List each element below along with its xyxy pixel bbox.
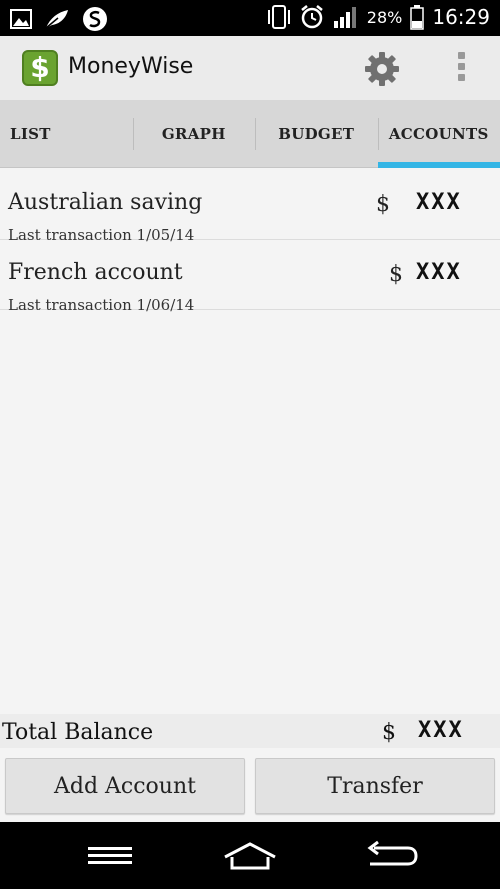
total-currency: $ — [382, 720, 396, 745]
tab-budget-label: BUDGET — [278, 124, 355, 143]
account-list: Australian saving Last transaction 1/05/… — [0, 170, 500, 314]
total-balance-bar: Total Balance $ XXX — [0, 714, 500, 748]
account-name: Australian saving — [8, 190, 203, 215]
account-currency: $ — [389, 262, 403, 287]
overflow-menu-icon[interactable] — [455, 52, 467, 84]
s-sync-icon — [83, 7, 107, 31]
tab-list-label: LIST — [10, 124, 51, 143]
tab-budget[interactable]: BUDGET — [255, 100, 378, 167]
app-logo-glyph: $ — [30, 51, 50, 84]
gear-icon[interactable] — [363, 50, 401, 88]
transfer-button[interactable]: Transfer — [255, 758, 495, 814]
feather-icon — [45, 10, 68, 29]
app-logo[interactable]: $ — [22, 50, 58, 86]
home-icon[interactable] — [222, 839, 278, 873]
vibrate-icon — [267, 5, 290, 29]
navigation-bar — [0, 822, 500, 889]
tab-bar: LIST GRAPH BUDGET ACCOUNTS — [0, 100, 500, 168]
menu-icon[interactable] — [86, 839, 136, 873]
alarm-icon — [301, 5, 323, 29]
list-item[interactable]: French account Last transaction 1/06/14 … — [0, 240, 500, 314]
tab-list[interactable]: LIST — [0, 100, 133, 167]
app-title: MoneyWise — [68, 54, 194, 79]
notification-icons — [10, 6, 108, 32]
clock: 16:29 — [432, 5, 490, 29]
action-bar: $ MoneyWise — [0, 36, 500, 100]
tab-accounts-label: ACCOUNTS — [388, 124, 489, 143]
system-icons: 28% 16:29 — [267, 4, 490, 30]
account-currency: $ — [376, 192, 390, 217]
status-bar: 28% 16:29 — [0, 0, 500, 36]
list-item[interactable]: Australian saving Last transaction 1/05/… — [0, 170, 500, 244]
total-balance-label: Total Balance — [2, 720, 154, 745]
battery-percent: 28% — [366, 7, 403, 27]
back-icon[interactable] — [364, 839, 420, 873]
signal-icon — [333, 7, 356, 28]
account-balance: XXX — [416, 190, 462, 215]
account-balance: XXX — [416, 260, 462, 285]
tab-accounts[interactable]: ACCOUNTS — [377, 100, 500, 168]
total-balance-amount: XXX — [418, 718, 464, 743]
add-account-button[interactable]: Add Account — [5, 758, 245, 814]
tab-graph-label: GRAPH — [161, 124, 226, 143]
battery-icon — [410, 5, 425, 30]
account-name: French account — [8, 260, 183, 285]
gallery-icon — [10, 9, 32, 29]
tab-graph[interactable]: GRAPH — [132, 100, 256, 167]
account-last-transaction: Last transaction 1/06/14 — [8, 296, 195, 314]
